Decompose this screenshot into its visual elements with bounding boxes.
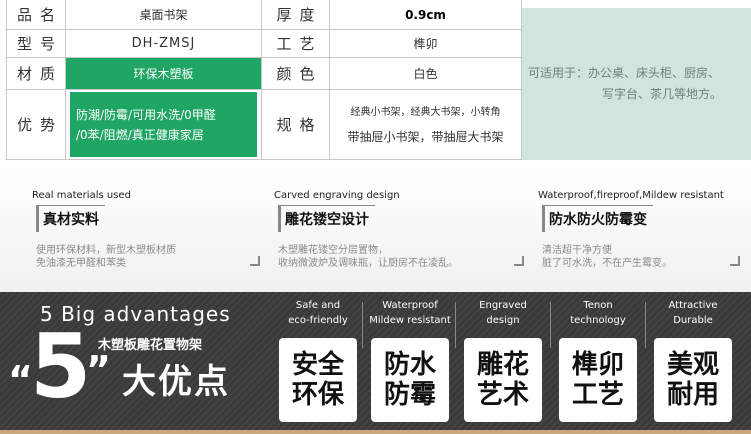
advantage-en: Engraved design	[460, 298, 546, 330]
banner-sub-cn: 木塑板雕花置物架	[98, 338, 203, 353]
en-line: Mildew resistant	[369, 315, 451, 326]
cn-line: 工艺	[571, 380, 624, 410]
feature-desc: 使用环保材料，新型木塑板材质 免油漆无甲醛和苯类	[36, 244, 176, 270]
label-craft: 工艺	[262, 30, 330, 58]
advantage-box: 雕花 艺术	[464, 338, 542, 422]
cn-line: 雕花	[476, 350, 529, 380]
advantage-tenon: Tenon technology 榫卯 工艺	[555, 292, 641, 434]
advantage-line-2: /0苯/阻燃/真正健康家居	[76, 127, 204, 142]
desc-line: 脏了可水洗，不在产生霉变。	[542, 258, 672, 269]
value-craft: 榫卯	[330, 30, 522, 58]
advantage-en: Waterproof Mildew resistant	[367, 298, 453, 330]
divider	[645, 302, 646, 348]
en-line: Waterproof	[382, 300, 438, 311]
divider	[362, 302, 363, 348]
en-line: Engraved	[479, 300, 527, 311]
en-line: Durable	[673, 315, 713, 326]
feature-en: Real materials used	[32, 190, 131, 201]
label-spec: 规格	[262, 90, 330, 160]
label-advantage: 优势	[6, 90, 66, 160]
advantage-safe: Safe and eco-friendly 安全 环保	[275, 292, 361, 434]
en-line: eco-friendly	[288, 315, 348, 326]
usage-panel: 可适用于：办公桌、床头柜、厨房、 写字台、茶几等地方。	[522, 8, 751, 160]
feature-en: Carved engraving design	[274, 190, 400, 201]
advantage-waterproof: Waterproof Mildew resistant 防水 防霉	[367, 292, 453, 434]
corner-mark	[514, 256, 524, 266]
bottom-accent-line	[0, 430, 751, 434]
spec-table: 品名 桌面书架 厚度 0.9cm 型号 DH-ZMSJ 工艺 榫卯 材质 环保木…	[0, 0, 751, 162]
usage-line-2: 写字台、茶几等地方。	[602, 87, 723, 101]
advantage-box: 防水 防霉	[371, 338, 449, 422]
en-line: Attractive	[668, 300, 718, 311]
advantage-attractive: Attractive Durable 美观 耐用	[650, 292, 736, 434]
advantage-box: 榫卯 工艺	[559, 338, 637, 422]
spec-line-2: 带抽屉小书架，带抽屉大书架	[347, 129, 504, 144]
feature-desc: 清洁超干净方便 脏了可水洗，不在产生霉变。	[542, 244, 724, 270]
corner-mark	[730, 256, 740, 266]
cn-line: 防水	[383, 350, 436, 380]
label-name: 品名	[6, 0, 66, 30]
desc-line: 木塑雕花镂空分层置物，	[278, 245, 388, 256]
cn-line: 耐用	[666, 380, 719, 410]
value-spec: 经典小书架，经典大书架，小转角 带抽屉小书架，带抽屉大书架	[330, 90, 522, 160]
value-color: 白色	[330, 58, 522, 90]
feature-real-materials: Real materials used 真材实料 使用环保材料，新型木塑板材质 …	[32, 190, 176, 270]
en-line: technology	[570, 315, 626, 326]
corner-mark	[250, 256, 260, 266]
label-thickness: 厚度	[262, 0, 330, 30]
quote-close: ”	[86, 348, 111, 392]
label-color: 颜色	[262, 58, 330, 90]
advantage-line-1: 防潮/防霉/可用水洗/0甲醛	[76, 107, 216, 122]
value-thickness: 0.9cm	[330, 0, 522, 30]
advantage-en: Attractive Durable	[650, 298, 736, 330]
feature-cn: 防水防火防霉变	[542, 205, 653, 232]
advantage-box: 美观 耐用	[654, 338, 732, 422]
feature-desc: 木塑雕花镂空分层置物， 收纳微波炉及调味瓶，让厨房不在凌乱。	[278, 244, 458, 270]
desc-line: 免油漆无甲醛和苯类	[36, 258, 126, 269]
cn-line: 环保	[291, 380, 344, 410]
cn-line: 艺术	[476, 380, 529, 410]
desc-line: 收纳微波炉及调味瓶，让厨房不在凌乱。	[278, 258, 458, 269]
label-material: 材质	[6, 58, 66, 90]
spec-line-1: 经典小书架，经典大书架，小转角	[350, 106, 501, 118]
advantage-en: Safe and eco-friendly	[275, 298, 361, 330]
cn-line: 榫卯	[571, 350, 624, 380]
cn-line: 防霉	[383, 380, 436, 410]
features-section: Real materials used 真材实料 使用环保材料，新型木塑板材质 …	[0, 170, 751, 292]
cn-line: 美观	[666, 350, 719, 380]
label-model: 型号	[6, 30, 66, 58]
advantage-engraved: Engraved design 雕花 艺术	[460, 292, 546, 434]
value-advantage: 防潮/防霉/可用水洗/0甲醛 /0苯/阻燃/真正健康家居	[70, 92, 257, 157]
divider	[455, 302, 456, 348]
value-material: 环保木塑板	[66, 58, 262, 90]
feature-carved-design: Carved engraving design 雕花镂空设计 木塑雕花镂空分层置…	[274, 190, 458, 270]
en-line: Tenon	[583, 300, 613, 311]
feature-cn: 雕花镂空设计	[278, 205, 375, 232]
feature-cn: 真材实料	[36, 205, 105, 232]
feature-waterproof: Waterproof,fireproof,Mildew resistant 防水…	[538, 190, 724, 270]
value-name: 桌面书架	[66, 0, 262, 30]
en-line: Safe and	[295, 300, 341, 311]
advantages-banner: 5 Big advantages “ 5 ” 木塑板雕花置物架 大优点 Safe…	[0, 292, 751, 434]
en-line: design	[486, 315, 520, 326]
value-model: DH-ZMSJ	[66, 30, 262, 58]
desc-line: 使用环保材料，新型木塑板材质	[36, 245, 176, 256]
banner-big-cn: 大优点	[122, 362, 230, 402]
usage-line-1: 可适用于：办公桌、床头柜、厨房、	[528, 66, 721, 80]
divider	[550, 302, 551, 348]
advantage-box: 安全 环保	[279, 338, 357, 422]
feature-en: Waterproof,fireproof,Mildew resistant	[538, 190, 724, 201]
value-advantage-cell: 防潮/防霉/可用水洗/0甲醛 /0苯/阻燃/真正健康家居	[66, 90, 262, 160]
banner-five: 5	[30, 315, 92, 418]
advantage-en: Tenon technology	[555, 298, 641, 330]
desc-line: 清洁超干净方便	[542, 245, 612, 256]
cn-line: 安全	[291, 350, 344, 380]
